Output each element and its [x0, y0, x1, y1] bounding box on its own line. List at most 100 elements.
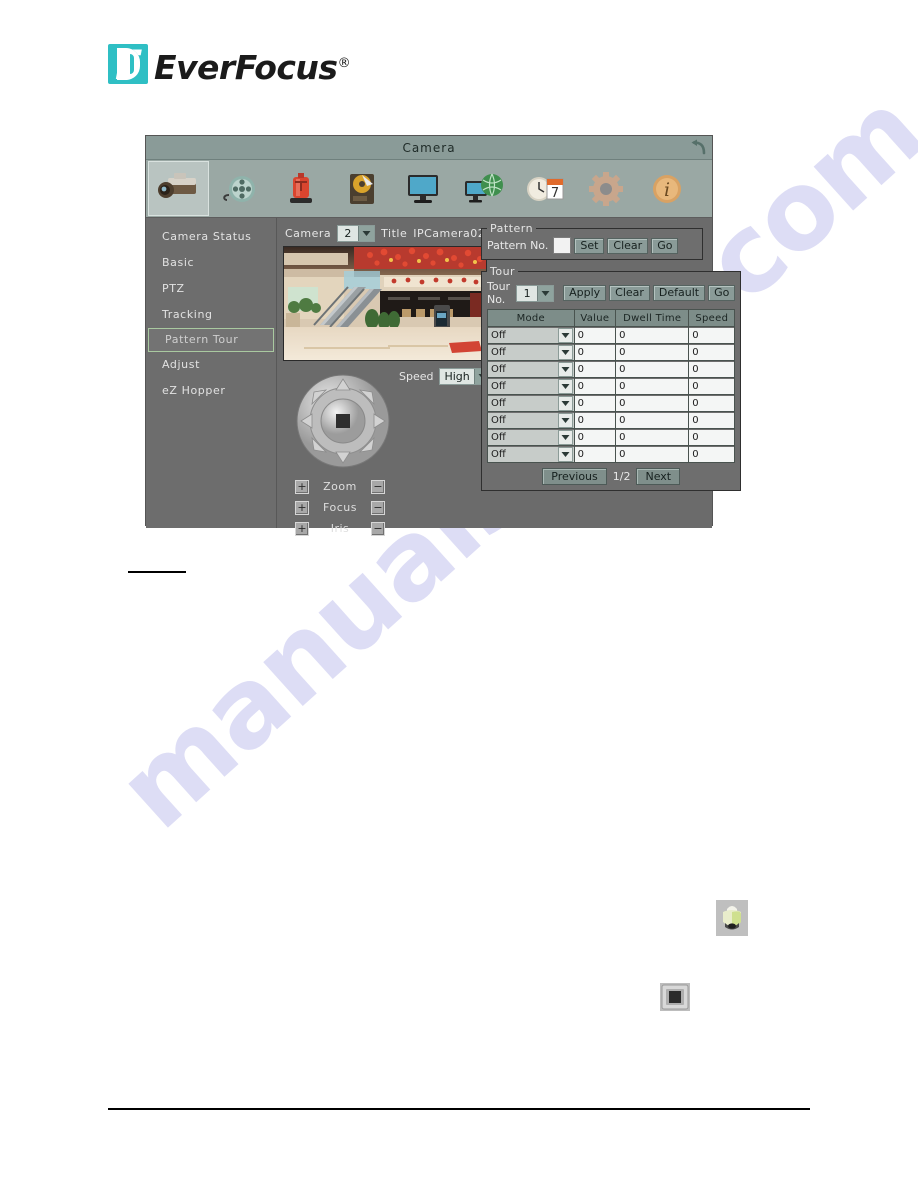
- tour-row-speed-cell: 0: [688, 445, 736, 463]
- toolbar-item-information[interactable]: i: [636, 161, 697, 216]
- tour-mode-value: Off: [491, 448, 506, 460]
- camera-number-select[interactable]: 2: [337, 224, 376, 242]
- toolbar-item-network[interactable]: [453, 161, 514, 216]
- tour-mode-select[interactable]: Off: [488, 361, 574, 377]
- tour-speed-input[interactable]: 0: [689, 361, 735, 377]
- table-row: Off 0 0 0: [487, 411, 736, 429]
- tour-dwell-input[interactable]: 0: [616, 446, 689, 462]
- tour-value-input[interactable]: 0: [574, 395, 616, 411]
- pattern-row: Pattern No. Set Clear Go: [487, 237, 697, 254]
- tour-speed-input[interactable]: 0: [689, 395, 735, 411]
- sidebar-item-adjust[interactable]: Adjust: [146, 352, 276, 378]
- title-label: Title: [381, 226, 408, 240]
- toolbar-item-camera[interactable]: [148, 161, 209, 216]
- sidebar-item-ptz[interactable]: PTZ: [146, 276, 276, 302]
- toolbar-item-disk[interactable]: [331, 161, 392, 216]
- sidebar-item-basic[interactable]: Basic: [146, 250, 276, 276]
- tour-row: Tour No. 1 Apply Clear Default Go: [487, 280, 736, 306]
- iris-minus-button[interactable]: −: [371, 521, 385, 536]
- zoom-minus-button[interactable]: −: [371, 479, 385, 494]
- stop-button-icon: [660, 983, 690, 1016]
- short-divider-rule: [128, 571, 186, 573]
- sidebar-item-ez-hopper[interactable]: eZ Hopper: [146, 378, 276, 404]
- tour-speed-input[interactable]: 0: [689, 344, 735, 360]
- toolbar-item-alarm[interactable]: [270, 161, 331, 216]
- tour-mode-value: Off: [491, 431, 506, 443]
- tour-no-label: Tour No.: [487, 280, 511, 306]
- tour-value-input[interactable]: 0: [574, 412, 616, 428]
- tour-clear-button[interactable]: Clear: [609, 285, 650, 301]
- camera-number-value: 2: [344, 226, 352, 240]
- tour-speed-input[interactable]: 0: [689, 446, 735, 462]
- previous-page-button[interactable]: Previous: [542, 468, 607, 485]
- tour-row-speed-cell: 0: [688, 394, 736, 412]
- tour-mode-select[interactable]: Off: [488, 412, 574, 428]
- tour-row-value-cell: 0: [573, 377, 617, 395]
- sidebar-item-camera-status[interactable]: Camera Status: [146, 224, 276, 250]
- tour-dwell-input[interactable]: 0: [616, 344, 689, 360]
- sidebar-item-pattern-tour[interactable]: Pattern Tour: [148, 328, 274, 352]
- tour-speed-input[interactable]: 0: [689, 378, 735, 394]
- chevron-down-icon: [557, 429, 573, 445]
- tour-table: Mode Value Dwell Time Speed Off 0 0 0 Off 0 0 0…: [487, 309, 736, 463]
- pattern-set-button[interactable]: Set: [574, 237, 605, 254]
- toolbar-item-record[interactable]: [209, 161, 270, 216]
- tour-row-speed-cell: 0: [688, 326, 736, 344]
- tour-mode-select[interactable]: Off: [488, 327, 574, 343]
- tour-value-input[interactable]: 0: [574, 429, 616, 445]
- tour-dwell-input[interactable]: 0: [616, 412, 689, 428]
- window-title-bar: Camera: [146, 136, 712, 160]
- tour-mode-select[interactable]: Off: [488, 446, 574, 462]
- toolbar-item-system[interactable]: [575, 161, 636, 216]
- iris-plus-button[interactable]: +: [295, 521, 309, 536]
- tour-mode-select[interactable]: Off: [488, 378, 574, 394]
- tour-value-input[interactable]: 0: [574, 446, 616, 462]
- zoom-plus-button[interactable]: +: [295, 479, 309, 494]
- tour-mode-select[interactable]: Off: [488, 429, 574, 445]
- tour-row-mode-cell: Off: [487, 394, 575, 412]
- column-header-value: Value: [573, 309, 617, 327]
- tour-mode-select[interactable]: Off: [488, 344, 574, 360]
- tour-dwell-input[interactable]: 0: [616, 429, 689, 445]
- focus-minus-button[interactable]: −: [371, 500, 385, 515]
- table-row: Off 0 0 0: [487, 360, 736, 378]
- pattern-clear-button[interactable]: Clear: [607, 237, 649, 254]
- tour-mode-value: Off: [491, 380, 506, 392]
- camera-preview[interactable]: [283, 246, 487, 361]
- tour-value-input[interactable]: 0: [574, 327, 616, 343]
- tour-dwell-input[interactable]: 0: [616, 327, 689, 343]
- main-toolbar: 7 i: [146, 160, 712, 218]
- tour-dwell-input[interactable]: 0: [616, 361, 689, 377]
- tour-value-input[interactable]: 0: [574, 361, 616, 377]
- focus-plus-button[interactable]: +: [295, 500, 309, 515]
- tour-speed-input[interactable]: 0: [689, 429, 735, 445]
- tour-dwell-input[interactable]: 0: [616, 395, 689, 411]
- next-page-button[interactable]: Next: [636, 468, 681, 485]
- ptz-direction-pad[interactable]: [295, 373, 391, 469]
- tour-default-button[interactable]: Default: [652, 285, 706, 301]
- chevron-down-icon: [557, 412, 573, 428]
- pattern-no-input[interactable]: [553, 237, 572, 254]
- tour-apply-button[interactable]: Apply: [563, 285, 607, 301]
- tour-dwell-input[interactable]: 0: [616, 378, 689, 394]
- tour-no-select[interactable]: 1: [516, 284, 555, 302]
- tour-row-value-cell: 0: [573, 445, 617, 463]
- table-row: Off 0 0 0: [487, 326, 736, 344]
- sidebar-item-tracking[interactable]: Tracking: [146, 302, 276, 328]
- pattern-go-button[interactable]: Go: [651, 237, 679, 254]
- tour-row-value-cell: 0: [573, 343, 617, 361]
- tour-value-input[interactable]: 0: [574, 378, 616, 394]
- tour-speed-input[interactable]: 0: [689, 412, 735, 428]
- tour-row-dwell-cell: 0: [615, 343, 690, 361]
- tour-value-input[interactable]: 0: [574, 344, 616, 360]
- tour-go-button[interactable]: Go: [708, 285, 736, 301]
- tour-mode-select[interactable]: Off: [488, 395, 574, 411]
- tour-speed-input[interactable]: 0: [689, 327, 735, 343]
- settings-sidebar: Camera Status Basic PTZ Tracking Pattern…: [146, 218, 277, 528]
- toolbar-item-display[interactable]: [392, 161, 453, 216]
- tour-mode-value: Off: [491, 363, 506, 375]
- toolbar-item-schedule[interactable]: 7: [514, 161, 575, 216]
- tour-row-dwell-cell: 0: [615, 360, 690, 378]
- zoom-control-row: + Zoom −: [295, 476, 385, 497]
- back-arrow-icon[interactable]: [687, 137, 709, 157]
